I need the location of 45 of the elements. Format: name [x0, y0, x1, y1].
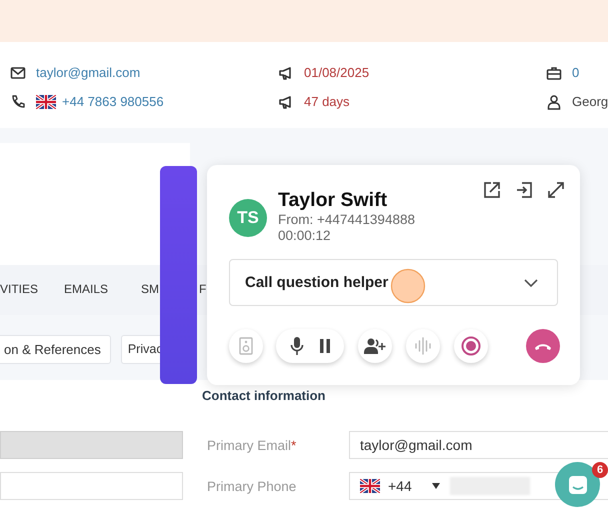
field-label: Primary Phone	[207, 478, 296, 494]
pause-icon[interactable]	[318, 339, 330, 353]
section-heading: Contact information	[202, 388, 326, 405]
microphone-icon[interactable]	[290, 336, 304, 356]
phone-icon	[10, 94, 26, 110]
dial-code: +44	[388, 478, 412, 494]
days-text: 47 days	[304, 94, 350, 109]
tab[interactable]: F	[199, 265, 206, 315]
dropdown-caret-icon	[432, 483, 440, 489]
click-indicator	[390, 268, 426, 304]
helper-dropdown[interactable]: Call question helper	[229, 259, 558, 306]
field-label: Primary Email	[207, 438, 292, 452]
tab[interactable]: VITIES	[0, 265, 38, 315]
tab[interactable]: SM	[141, 265, 159, 315]
exit-icon[interactable]	[514, 180, 534, 200]
record-icon	[461, 336, 481, 356]
chevron-down-icon	[524, 278, 538, 286]
tab[interactable]: EMAILS	[64, 265, 108, 315]
uk-flag-icon	[360, 479, 380, 493]
email-link[interactable]: taylor@gmail.com	[36, 65, 140, 80]
owner-name: Georg	[572, 94, 608, 109]
call-timer: 00:00:12	[278, 228, 332, 244]
open-external-icon[interactable]	[482, 180, 502, 200]
megaphone-icon	[278, 94, 294, 110]
input-field[interactable]	[0, 472, 183, 500]
briefcase-icon	[546, 64, 562, 80]
sub-tab[interactable]: on & References	[0, 335, 111, 364]
phone-link[interactable]: +44 7863 980556	[62, 94, 164, 109]
required-mark: *	[291, 438, 296, 452]
deal-count[interactable]: 0	[572, 65, 580, 80]
phone-hangup-icon	[534, 342, 552, 350]
megaphone-icon	[278, 64, 294, 80]
date-text: 01/08/2025	[304, 65, 370, 80]
mail-icon	[10, 64, 26, 80]
user-icon	[546, 94, 562, 110]
caller-name: Taylor Swift	[278, 188, 388, 212]
sound-wave-icon	[414, 337, 432, 355]
speaker-icon	[239, 337, 253, 355]
uk-flag-icon	[36, 94, 56, 108]
caller-number: From: +447441394888	[278, 212, 415, 228]
add-user-icon	[364, 338, 386, 354]
chat-icon	[568, 474, 588, 494]
expand-icon[interactable]	[546, 180, 566, 200]
input-field[interactable]: taylor@gmail.com	[349, 431, 608, 459]
dropdown-label: Call question helper	[245, 274, 388, 291]
